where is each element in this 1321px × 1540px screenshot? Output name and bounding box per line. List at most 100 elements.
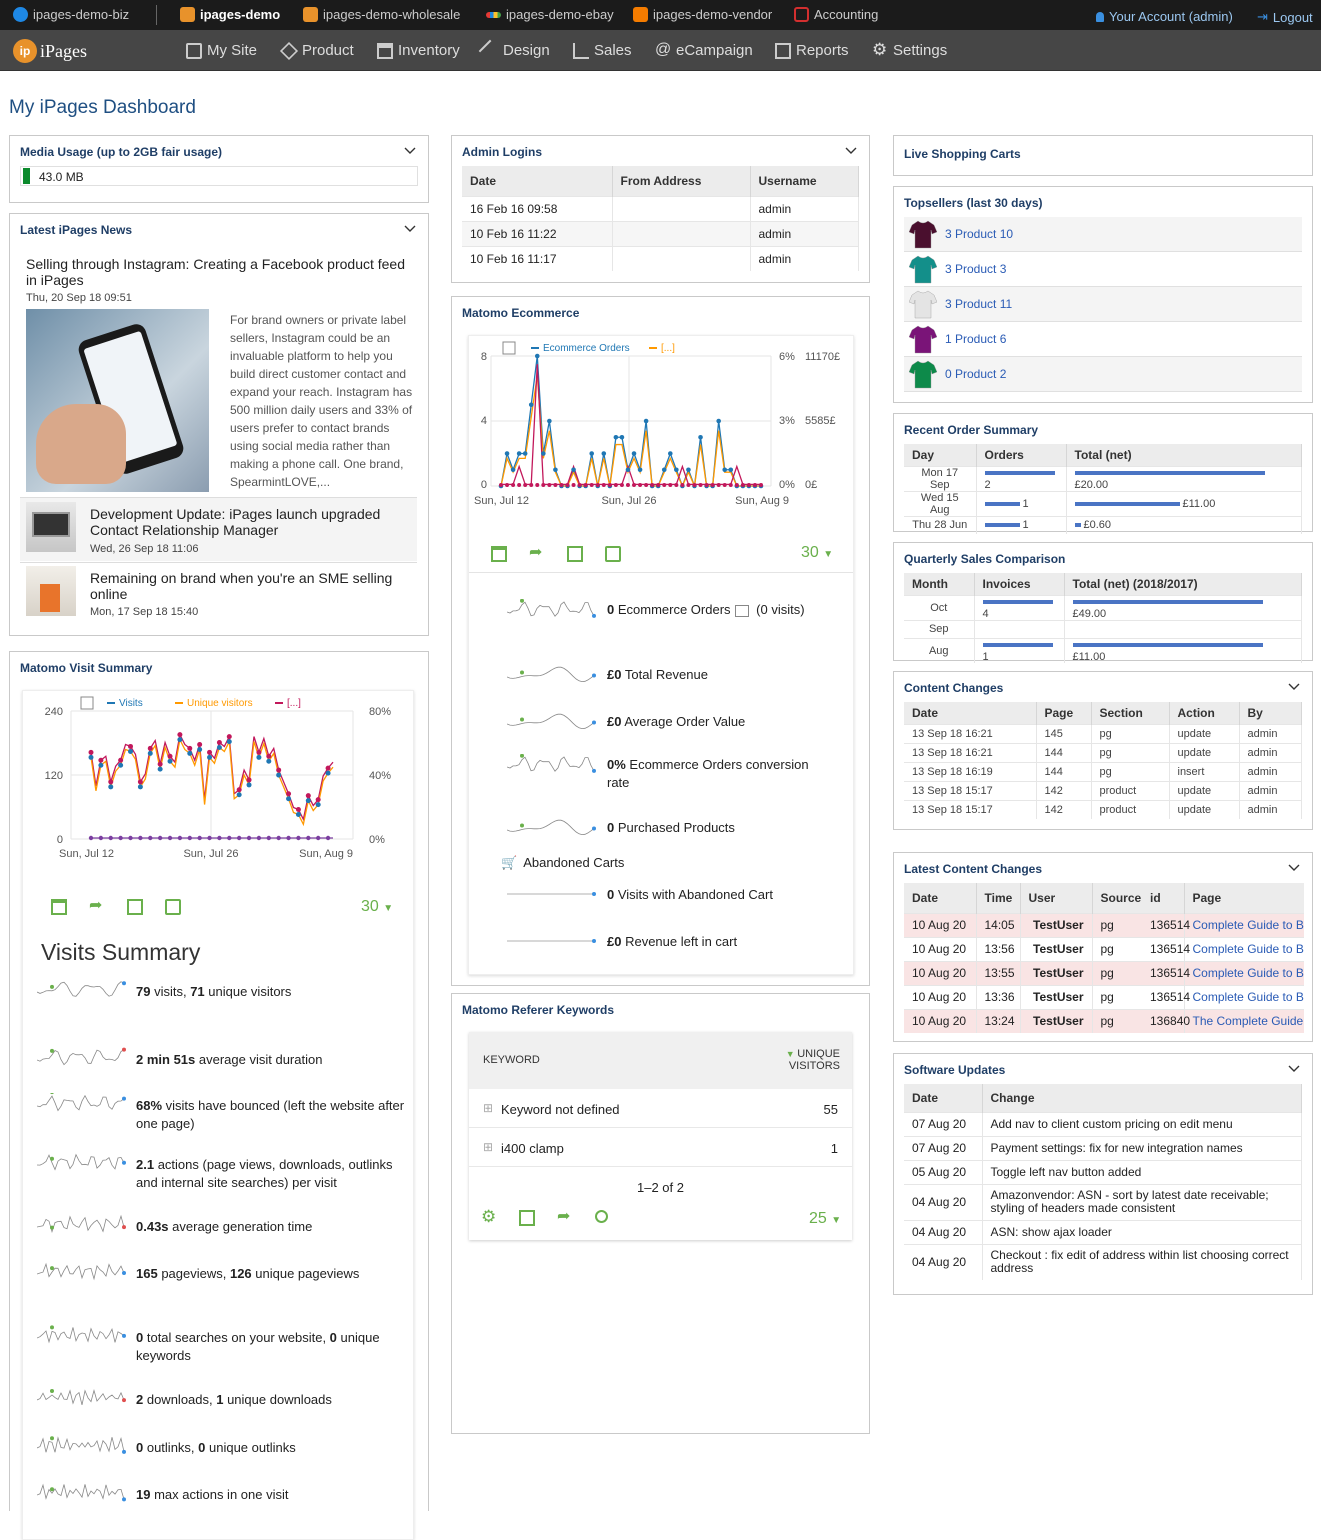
data-point xyxy=(315,797,321,803)
page-link[interactable]: Complete Guide to Ba xyxy=(1184,936,1304,961)
panel-title: Recent Order Summary xyxy=(904,423,1039,437)
chart-toolbar: ➦ xyxy=(491,545,621,562)
topseller-link[interactable]: 3 Product 10 xyxy=(945,227,1013,241)
column-header-sorted[interactable]: ▼ UNIQUE VISITORS xyxy=(770,1048,840,1072)
site-link[interactable]: ipages-demo-vendor xyxy=(633,7,772,22)
data-point xyxy=(650,483,655,487)
legend-label[interactable]: Unique visitors xyxy=(187,698,253,709)
nav-ecampaign[interactable]: @ eCampaign xyxy=(655,41,753,59)
export-icon[interactable]: ➦ xyxy=(529,545,545,562)
nav-reports[interactable]: Reports xyxy=(775,42,849,59)
table-cell: 10 Aug 20 xyxy=(904,960,977,985)
annotation-icon[interactable] xyxy=(605,546,621,562)
nav-my-site[interactable]: My Site xyxy=(186,42,257,59)
news-headline: Remaining on brand when you're an SME se… xyxy=(90,570,393,602)
news-headline[interactable]: Selling through Instagram: Creating a Fa… xyxy=(26,256,411,288)
chevron-down-icon[interactable] xyxy=(1288,680,1300,692)
chart-type-icon[interactable] xyxy=(502,341,516,355)
topseller-item[interactable]: 3 Product 11 xyxy=(904,287,1302,322)
topseller-link[interactable]: 0 Product 2 xyxy=(945,367,1006,381)
logout-link[interactable]: ⇥ Logout xyxy=(1257,9,1313,25)
search-icon[interactable] xyxy=(595,1210,608,1223)
nav-design[interactable]: Design xyxy=(478,39,550,62)
topseller-item[interactable]: 0 Product 2 xyxy=(904,357,1302,392)
nav-settings[interactable]: ⚙ Settings xyxy=(872,41,947,60)
page-link[interactable]: Complete Guide to Ba xyxy=(1184,984,1304,1009)
page-link[interactable]: Complete Guide to Ba xyxy=(1184,960,1304,985)
page-link[interactable]: 144 xyxy=(1036,761,1092,781)
site-link[interactable]: Accounting xyxy=(794,7,878,22)
site-switcher-bar: ipages-demo-biz ipages-demo ipages-demo-… xyxy=(0,0,1321,30)
data-point xyxy=(589,451,594,456)
site-link[interactable]: ipages-demo-ebay xyxy=(486,7,614,22)
page-link[interactable]: Complete Guide to Ba xyxy=(1184,912,1304,937)
page-link[interactable]: 142 xyxy=(1036,799,1092,819)
update-change: Payment settings: fix for new integratio… xyxy=(982,1135,1302,1160)
column-header[interactable]: KEYWORD xyxy=(483,1054,540,1066)
topseller-item[interactable]: 1 Product 6 xyxy=(904,322,1302,357)
chevron-down-icon[interactable] xyxy=(1288,861,1300,873)
data-point xyxy=(226,734,232,740)
legend-label[interactable]: [...] xyxy=(287,698,301,709)
table-row[interactable]: ⊞ i400 clamp 1 xyxy=(469,1129,852,1167)
ebay-icon xyxy=(486,11,501,18)
chevron-down-icon[interactable] xyxy=(404,222,416,234)
ecommerce-panel: Matomo Ecommerce 8 4 0 6% 3% 0% 11170£ 5585£ 0£ S… xyxy=(451,296,870,986)
legend-label[interactable]: [...] xyxy=(661,343,675,354)
news-image-phone xyxy=(26,309,209,492)
page-link[interactable]: The Complete Guide t xyxy=(1184,1008,1304,1033)
chevron-down-icon[interactable] xyxy=(845,144,857,156)
site-link[interactable]: ipages-demo-wholesale xyxy=(303,7,460,22)
y2-tick-label: 80% xyxy=(369,706,391,718)
topseller-item[interactable]: 3 Product 10 xyxy=(904,217,1302,252)
chart-type-icon[interactable] xyxy=(80,696,94,710)
image-icon[interactable] xyxy=(567,546,583,562)
chevron-down-icon[interactable] xyxy=(404,144,416,156)
page-link[interactable]: 142 xyxy=(1036,780,1092,800)
column-header: Section xyxy=(1091,702,1170,724)
nav-inventory[interactable]: Inventory xyxy=(377,42,460,59)
page-link[interactable]: 144 xyxy=(1036,742,1092,762)
topseller-link[interactable]: 1 Product 6 xyxy=(945,332,1006,346)
news-item[interactable]: Remaining on brand when you're an SME se… xyxy=(20,562,417,624)
account-link[interactable]: Your Account (admin) xyxy=(1096,9,1233,24)
ipages-logo[interactable]: ip iPages xyxy=(13,39,87,63)
period-select[interactable]: 30 ▼ xyxy=(361,898,393,916)
topseller-link[interactable]: 3 Product 3 xyxy=(945,262,1006,276)
nav-product[interactable]: Product xyxy=(279,41,354,60)
site-link-active[interactable]: ipages-demo xyxy=(180,7,280,22)
data-point xyxy=(759,483,763,487)
legend-label[interactable]: Ecommerce Orders xyxy=(543,343,630,354)
topseller-item[interactable]: 3 Product 3 xyxy=(904,252,1302,287)
nav-sales[interactable]: Sales xyxy=(573,42,632,59)
legend-label[interactable]: Visits xyxy=(119,698,143,709)
site-link[interactable]: ipages-demo-biz xyxy=(13,7,129,22)
limit-select[interactable]: 25 ▼ xyxy=(809,1210,841,1228)
news-item[interactable]: Development Update: iPages launch upgrad… xyxy=(20,497,417,561)
gear-icon[interactable]: ⚙ xyxy=(481,1208,497,1226)
expand-icon[interactable]: ⊞ xyxy=(483,1101,493,1115)
expand-icon[interactable]: ⊞ xyxy=(483,1140,493,1154)
table-view-icon[interactable] xyxy=(519,1210,535,1226)
export-icon[interactable]: ➦ xyxy=(557,1209,573,1226)
data-point xyxy=(88,835,94,841)
calendar-icon[interactable] xyxy=(51,899,67,915)
order-total-bar xyxy=(1074,523,1081,528)
column-header: Date xyxy=(462,166,613,196)
x-tick-label: Sun, Aug 9 xyxy=(735,495,789,507)
page-link[interactable]: 145 xyxy=(1036,723,1092,743)
topseller-link[interactable]: 3 Product 11 xyxy=(945,297,1012,311)
column-header: Orders xyxy=(976,444,1067,466)
export-icon[interactable]: ➦ xyxy=(89,898,105,915)
calendar-icon[interactable] xyxy=(491,546,507,562)
period-select[interactable]: 30 ▼ xyxy=(801,544,833,562)
chevron-down-icon[interactable] xyxy=(1288,1062,1300,1074)
update-change: Checkout : fix edit of address within li… xyxy=(982,1243,1302,1280)
table-row[interactable]: ⊞ Keyword not defined 55 xyxy=(469,1090,852,1128)
table-cell: admin xyxy=(1239,742,1302,762)
image-icon[interactable] xyxy=(127,899,143,915)
ecommerce-metric: 0 Purchased Products xyxy=(607,819,827,837)
annotation-icon[interactable] xyxy=(165,899,181,915)
update-date: 04 Aug 20 xyxy=(904,1219,983,1244)
invoice-cell: 4 xyxy=(974,594,1065,620)
